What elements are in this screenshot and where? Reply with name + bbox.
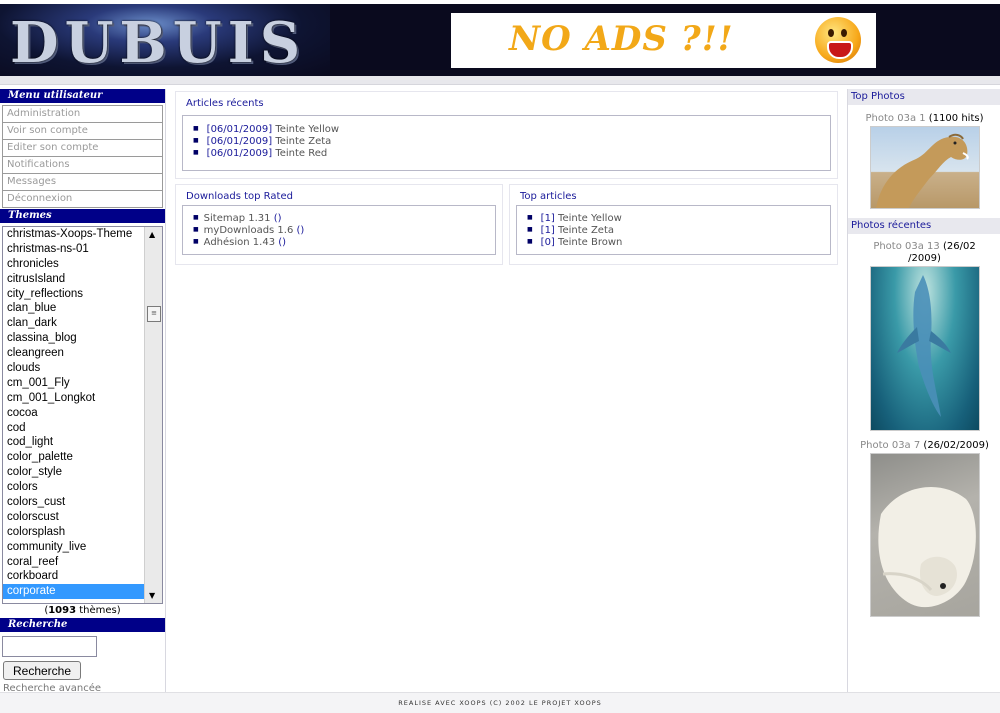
downloads-title: Downloads top Rated — [184, 191, 295, 202]
theme-option[interactable]: chronicles — [3, 257, 162, 272]
search-button[interactable]: Recherche — [3, 661, 81, 680]
theme-option[interactable]: cleangreen — [3, 346, 162, 361]
menu-item-deconnexion[interactable]: Déconnexion — [2, 191, 163, 208]
theme-option[interactable]: colors_cust — [3, 495, 162, 510]
theme-option[interactable]: citrusIsland — [3, 272, 162, 287]
theme-option[interactable]: colorscust — [3, 510, 162, 525]
top-articles-box: [1] Teinte Yellow [1] Teinte Zeta [0] Te… — [516, 205, 831, 255]
menu-item-editer-compte[interactable]: Editer son compte — [2, 140, 163, 157]
menu-item-voir-compte[interactable]: Voir son compte — [2, 123, 163, 140]
ad-banner[interactable]: NO ADS ?!! — [451, 13, 876, 68]
top-strip — [0, 0, 1000, 4]
dolphin-image — [896, 275, 951, 417]
list-item[interactable]: [06/01/2009] Teinte Yellow — [193, 124, 830, 136]
list-item[interactable]: Sitemap 1.31 () — [193, 213, 495, 225]
photo-caption: Photo 03a 7 (26/02/2009) — [860, 440, 989, 451]
theme-option[interactable]: clan_blue — [3, 301, 162, 316]
scroll-up-arrow-icon[interactable]: ▲ — [149, 230, 155, 239]
theme-option[interactable]: colors — [3, 480, 162, 495]
header-separator — [0, 76, 1000, 85]
footer: REALISE AVEC XOOPS (C) 2002 LE PROJET XO… — [0, 692, 1000, 713]
downloads-block: Sitemap 1.31 () myDownloads 1.6 () Adhés… — [175, 184, 503, 265]
polar-bear-image — [877, 487, 976, 608]
theme-option[interactable]: cm_001_Fly — [3, 376, 162, 391]
left-column: Menu utilisateur Administration Voir son… — [0, 89, 166, 694]
recent-articles-title: Articles récents — [184, 98, 266, 109]
theme-option[interactable]: coral_reef — [3, 555, 162, 570]
list-item[interactable]: [06/01/2009] Teinte Red — [193, 148, 830, 160]
list-item[interactable]: Adhésion 1.43 () — [193, 237, 495, 249]
theme-option[interactable]: cod — [3, 421, 162, 436]
logo-text: DUBUIS — [10, 10, 307, 76]
ad-text: NO ADS ?!! — [509, 19, 734, 59]
right-column: Top Photos Photo 03a 1 (1100 hits) Photo… — [847, 89, 1000, 692]
photo-caption: Photo 03a 13 (26/02/2009) — [873, 241, 976, 264]
theme-count: (1093 thèmes) — [44, 605, 121, 616]
downloads-list: Sitemap 1.31 () myDownloads 1.6 () Adhés… — [183, 206, 495, 249]
list-item[interactable]: myDownloads 1.6 () — [193, 225, 495, 237]
recent-articles-block: [06/01/2009] Teinte Yellow [06/01/2009] … — [175, 91, 838, 179]
theme-option[interactable]: christmas-ns-01 — [3, 242, 162, 257]
recent-articles-list: [06/01/2009] Teinte Yellow [06/01/2009] … — [183, 116, 830, 160]
theme-option[interactable]: corporate — [3, 584, 146, 600]
theme-option[interactable]: cocoa — [3, 406, 162, 421]
themes-title: Themes — [0, 209, 165, 223]
recent-photos-title: Photos récentes — [848, 218, 1000, 234]
scroll-thumb[interactable]: ≡ — [147, 306, 161, 322]
menu-item-administration[interactable]: Administration — [2, 105, 163, 123]
top-articles-block: [1] Teinte Yellow [1] Teinte Zeta [0] Te… — [509, 184, 838, 265]
theme-option[interactable]: color_palette — [3, 450, 162, 465]
top-photos-title: Top Photos — [848, 89, 1000, 105]
theme-scrollbar[interactable]: ▲ ≡ ▼ — [144, 227, 162, 603]
theme-option[interactable]: city_reflections — [3, 287, 162, 302]
recent-articles-box: [06/01/2009] Teinte Yellow [06/01/2009] … — [182, 115, 831, 171]
camel-photo[interactable] — [869, 126, 980, 209]
smiley-icon — [815, 17, 861, 63]
list-item[interactable]: [1] Teinte Zeta — [527, 225, 830, 237]
list-item[interactable]: [0] Teinte Brown — [527, 237, 830, 249]
list-item[interactable]: [1] Teinte Yellow — [527, 213, 830, 225]
theme-option[interactable]: cod_light — [3, 435, 162, 450]
theme-option[interactable]: classina_blog — [3, 331, 162, 346]
downloads-box: Sitemap 1.31 () myDownloads 1.6 () Adhés… — [182, 205, 496, 255]
search-title: Recherche — [0, 618, 165, 632]
site-header: DUBUIS NO ADS ?!! — [0, 0, 1000, 76]
dolphin-photo[interactable] — [869, 266, 980, 431]
search-input[interactable] — [2, 636, 97, 657]
theme-option[interactable]: colorsplash — [3, 525, 162, 540]
theme-option[interactable]: clouds — [3, 361, 162, 376]
theme-option[interactable]: clan_dark — [3, 316, 162, 331]
photo-caption: Photo 03a 1 (1100 hits) — [865, 113, 984, 124]
theme-option[interactable]: color_style — [3, 465, 162, 480]
user-menu: Administration Voir son compte Editer so… — [0, 105, 165, 208]
list-item[interactable]: [06/01/2009] Teinte Zeta — [193, 136, 830, 148]
site-logo[interactable]: DUBUIS — [0, 4, 330, 76]
top-articles-list: [1] Teinte Yellow [1] Teinte Zeta [0] Te… — [517, 206, 830, 249]
theme-option[interactable]: christmas-Xoops-Theme — [3, 227, 162, 242]
theme-options: christmas-Xoops-Theme christmas-ns-01 chro… — [3, 227, 162, 600]
top-articles-title: Top articles — [518, 191, 579, 202]
theme-option[interactable]: community_live — [3, 540, 162, 555]
theme-option[interactable]: cm_001_Longkot — [3, 391, 162, 406]
footer-text: REALISE AVEC XOOPS (C) 2002 LE PROJET XO… — [398, 699, 602, 707]
menu-item-notifications[interactable]: Notifications — [2, 157, 163, 174]
theme-option[interactable]: corkboard — [3, 569, 162, 584]
scroll-down-arrow-icon[interactable]: ▼ — [149, 591, 155, 600]
theme-select-list[interactable]: christmas-Xoops-Theme christmas-ns-01 chro… — [2, 226, 163, 604]
menu-item-messages[interactable]: Messages — [2, 174, 163, 191]
camel-image — [875, 133, 969, 208]
polar-bear-photo[interactable] — [869, 453, 980, 617]
user-menu-title: Menu utilisateur — [0, 89, 165, 103]
